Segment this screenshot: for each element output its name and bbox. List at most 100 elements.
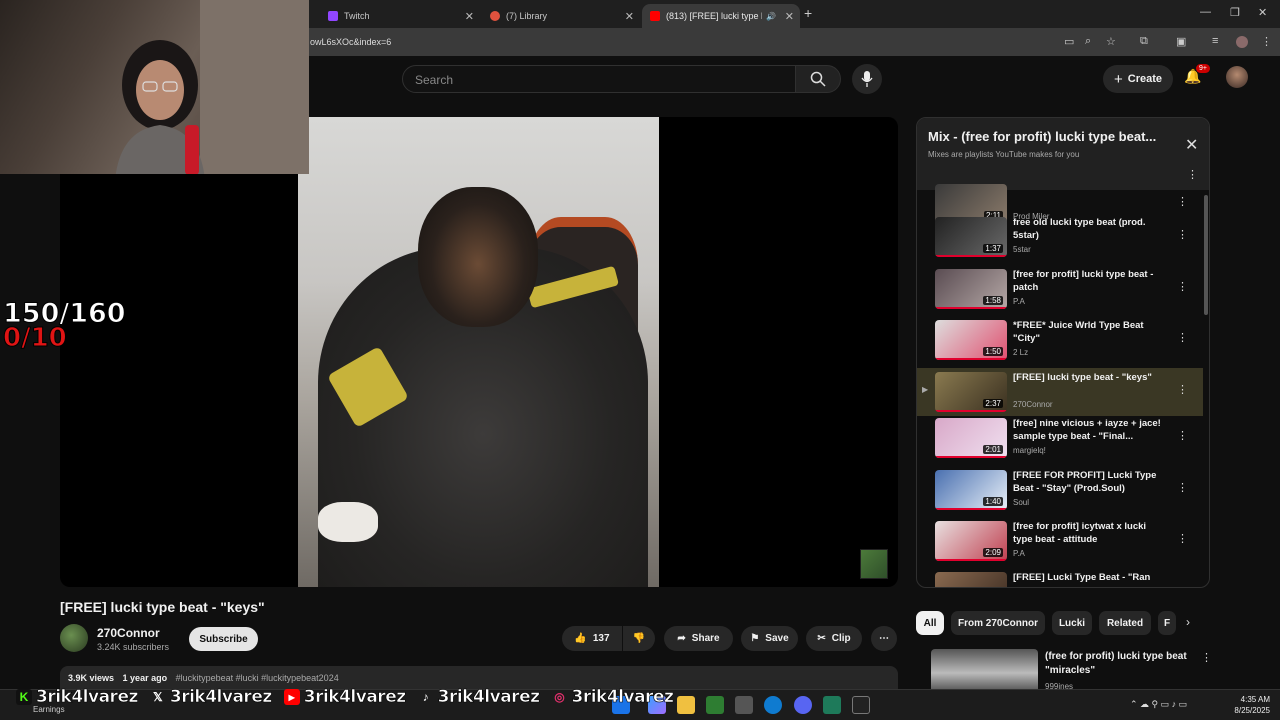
playlist-title[interactable]: Mix - (free for profit) lucki type beat.… <box>928 129 1173 144</box>
playlist-item-thumbnail[interactable]: 2:37 <box>935 372 1007 412</box>
search-button[interactable] <box>795 65 841 93</box>
plus-icon: + <box>1113 70 1123 88</box>
bookmark-star-icon[interactable]: ☆ <box>1106 35 1116 48</box>
close-icon[interactable]: ✕ <box>1185 135 1198 155</box>
playlist-item[interactable]: 1:58 [free for profit] lucki type beat - … <box>917 265 1203 313</box>
playlist-item[interactable]: [FREE] Lucki Type Beat - "Ran <box>917 568 1203 587</box>
restore-icon[interactable]: ❐ <box>1230 6 1240 19</box>
chip-partial[interactable]: F <box>1158 611 1176 635</box>
playlist-scrollbar[interactable] <box>1204 195 1208 315</box>
more-vert-icon[interactable]: ⋮ <box>1177 383 1188 396</box>
subscribe-button[interactable]: Subscribe <box>189 627 258 651</box>
playlist-item[interactable]: 1:50 *FREE* Juice Wrld Type Beat "City" 2 … <box>917 316 1203 364</box>
more-vert-icon[interactable]: ⋮ <box>1177 195 1188 208</box>
channel-name[interactable]: 270Connor <box>97 626 160 640</box>
playlist-item-title[interactable]: [free for profit] lucki type beat - patc… <box>1013 268 1168 294</box>
media-icon[interactable]: ≡ <box>1212 35 1218 47</box>
discord-app-icon[interactable] <box>794 696 812 714</box>
playlist-item-channel: 5star <box>1013 245 1031 254</box>
sidebar-icon[interactable]: ▣ <box>1176 35 1186 48</box>
save-button[interactable]: ⚑ Save <box>741 626 798 651</box>
playlist-item-channel: P.A <box>1013 297 1025 306</box>
more-vert-icon[interactable]: ⋮ <box>1177 429 1188 442</box>
chip-from-channel[interactable]: From 270Connor <box>951 611 1045 635</box>
more-actions-button[interactable]: ⋯ <box>871 626 897 651</box>
close-icon[interactable]: ✕ <box>625 10 634 23</box>
more-vert-icon[interactable]: ⋮ <box>1177 532 1188 545</box>
playlist-item-title[interactable]: [FREE] Lucki Type Beat - "Ran <box>1013 571 1168 584</box>
system-tray[interactable]: ⌃ ☁ ⚲ ▭ ♪ ▭ <box>1130 699 1187 710</box>
like-button[interactable]: 👍 137 <box>562 626 622 651</box>
dislike-button[interactable]: 👎 <box>623 626 655 651</box>
playlist-item-thumbnail[interactable]: 2:09 <box>935 521 1007 561</box>
minecraft-app-icon[interactable] <box>706 696 724 714</box>
social-handle: ◎ 3rik4lvarez <box>552 687 674 708</box>
recommendation-title[interactable]: (free for profit) lucki type beat "mirac… <box>1045 650 1195 678</box>
duration-badge: 1:40 <box>983 497 1003 506</box>
minimize-icon[interactable]: — <box>1200 6 1211 18</box>
new-tab-icon[interactable]: + <box>804 5 812 21</box>
duration-badge: 2:09 <box>983 548 1003 557</box>
profile-icon[interactable] <box>1236 36 1248 48</box>
zoom-icon[interactable]: ⌕ <box>1085 35 1091 48</box>
epic-games-icon[interactable] <box>852 696 870 714</box>
more-vert-icon[interactable]: ⋮ <box>1201 651 1212 664</box>
playlist-item-title[interactable]: [free] nine vicious + iayze + jace! samp… <box>1013 417 1168 443</box>
tab-youtube[interactable]: (813) [FREE] lucki type beat 🔊 ✕ <box>642 4 800 28</box>
playlist-item-title[interactable]: *FREE* Juice Wrld Type Beat "City" <box>1013 319 1168 345</box>
watched-progress-bar <box>935 307 1007 309</box>
browser-app-icon[interactable] <box>764 696 782 714</box>
chip-all[interactable]: All <box>916 611 944 635</box>
kick-icon: K <box>16 689 32 705</box>
more-vert-icon[interactable]: ⋮ <box>1177 481 1188 494</box>
clip-button[interactable]: ✂ Clip <box>806 626 862 651</box>
playlist-item-thumbnail[interactable]: 1:40 <box>935 470 1007 510</box>
playlist-item-thumbnail[interactable] <box>935 572 1007 587</box>
playlist-item-thumbnail[interactable]: 1:58 <box>935 269 1007 309</box>
webcam-background <box>200 0 309 174</box>
channel-watermark[interactable] <box>860 549 888 579</box>
store-app-icon[interactable] <box>735 696 753 714</box>
chip-lucki[interactable]: Lucki <box>1052 611 1092 635</box>
menu-icon[interactable]: ⋮ <box>1261 35 1272 48</box>
close-window-icon[interactable]: ✕ <box>1258 6 1267 19</box>
create-button[interactable]: + Create <box>1103 65 1173 93</box>
playlist-item-title[interactable]: free old lucki type beat (prod. 5star) <box>1013 216 1168 242</box>
playlist-item[interactable]: 1:37 free old lucki type beat (prod. 5sta… <box>917 213 1203 261</box>
app-icon[interactable] <box>823 696 841 714</box>
clip-label: Clip <box>831 633 851 644</box>
more-vert-icon[interactable]: ⋮ <box>1177 228 1188 241</box>
voice-search-button[interactable] <box>852 64 882 94</box>
more-vert-icon[interactable]: ⋮ <box>1177 331 1188 344</box>
chip-related[interactable]: Related <box>1099 611 1151 635</box>
share-button[interactable]: ➦ Share <box>664 626 733 651</box>
playlist-item[interactable]: 2:01 [free] nine vicious + iayze + jace! … <box>917 414 1203 462</box>
watched-progress-bar <box>935 559 1007 561</box>
playlist-item-thumbnail[interactable]: 1:50 <box>935 320 1007 360</box>
hashtags[interactable]: #luckitypebeat #lucki #luckitypebeat2024 <box>176 673 339 683</box>
playlist-item-thumbnail[interactable]: 2:01 <box>935 418 1007 458</box>
view-count: 3.9K views <box>68 673 115 683</box>
playlist-item-title[interactable]: [FREE] lucki type beat - "keys" <box>1013 371 1168 384</box>
close-icon[interactable]: ✕ <box>785 10 794 23</box>
playlist-item[interactable]: 2:09 [free for profit] icytwat x lucki ty… <box>917 517 1203 565</box>
extensions-icon[interactable]: ⧉ <box>1140 35 1148 48</box>
search-input[interactable]: Search <box>402 65 796 93</box>
playlist-item-thumbnail[interactable]: 1:37 <box>935 217 1007 257</box>
chevron-right-icon[interactable]: › <box>1186 615 1190 629</box>
tab-library[interactable]: (7) Library ✕ <box>482 4 640 28</box>
cast-icon[interactable]: ▭ <box>1064 35 1074 48</box>
clock[interactable]: 4:35 AM 8/25/2025 <box>1228 694 1270 716</box>
speaker-icon[interactable]: 🔊 <box>766 12 776 21</box>
tab-twitch[interactable]: Twitch ✕ <box>320 4 480 28</box>
account-avatar[interactable] <box>1226 66 1248 88</box>
close-icon[interactable]: ✕ <box>465 10 474 23</box>
video-player[interactable] <box>60 117 898 587</box>
playlist-item-title[interactable]: [FREE FOR PROFIT] Lucki Type Beat - "Sta… <box>1013 469 1168 495</box>
playlist-item-title[interactable]: [free for profit] icytwat x lucki type b… <box>1013 520 1168 546</box>
channel-avatar[interactable] <box>60 624 88 652</box>
playlist-item[interactable]: ▶ 2:37 [FREE] lucki type beat - "keys" 270C… <box>917 368 1203 416</box>
more-vert-icon[interactable]: ⋮ <box>1177 280 1188 293</box>
url-field[interactable]: owL6sXOc&index=6 <box>310 37 391 47</box>
playlist-item[interactable]: 1:40 [FREE FOR PROFIT] Lucki Type Beat - … <box>917 466 1203 514</box>
